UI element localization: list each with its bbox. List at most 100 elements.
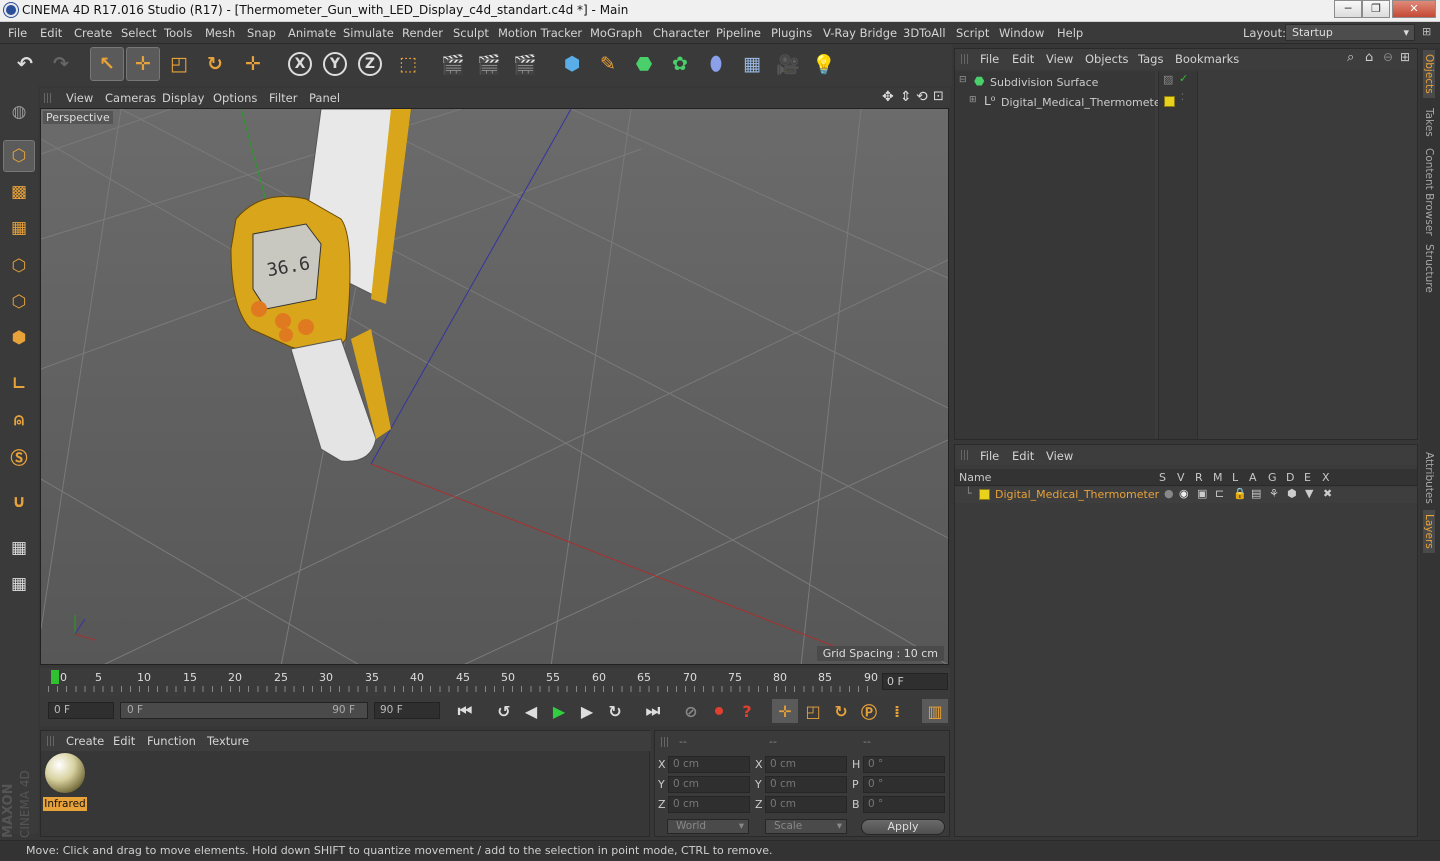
viewport[interactable]: 36.6 Perspective Grid Spacing : 10 cm [40,108,949,665]
live-selection-icon[interactable]: ↖ [90,47,124,81]
workplane-mode-icon[interactable]: ▦ [3,212,35,244]
maximize-button[interactable]: ❐ [1362,0,1390,18]
object-row[interactable]: ⊞ L⁰ Digital_Medical_Thermometer [955,93,1165,111]
position-y-field[interactable]: 0 cm [668,776,750,793]
previous-frame-icon[interactable]: ◀ [518,699,544,723]
tab-objects[interactable]: Objects [1423,50,1435,98]
world-coordinates-icon[interactable]: ⬚ [391,47,425,81]
viewport-menu-panel[interactable]: Panel [309,91,340,105]
auto-keying-icon[interactable]: ⏺ [706,699,732,723]
apply-button[interactable]: Apply [861,819,945,835]
manager-icon[interactable]: ⊏ [1215,487,1224,500]
tab-structure[interactable]: Structure [1423,240,1435,297]
axis-mode-icon[interactable]: ∟ [3,368,35,400]
visibility-dots-icon[interactable]: ⁚ [1181,93,1184,103]
object-menu-edit[interactable]: Edit [1012,52,1034,66]
panel-grip[interactable] [47,736,55,746]
panel-grip[interactable] [961,450,969,460]
tab-layers[interactable]: Layers [1423,510,1435,553]
deformer-icon[interactable]: ⬮ [699,47,733,81]
recent-tool-icon[interactable]: ✛ [236,47,270,81]
menu-simulate[interactable]: Simulate [343,26,394,40]
go-to-start-icon[interactable]: ⏮ [452,699,478,723]
minimize-button[interactable]: ─ [1334,0,1362,18]
key-rotation-icon[interactable]: ↻ [828,699,854,723]
viewport-menu-cameras[interactable]: Cameras [105,91,156,105]
solo-dot-icon[interactable]: ● [1164,487,1174,500]
render-view-icon[interactable]: 🎬 [436,47,470,81]
size-y-field[interactable]: 0 cm [765,776,847,793]
panel-grip[interactable] [961,54,969,64]
menu-select[interactable]: Select [121,26,156,40]
deformer-toggle-icon[interactable]: ▨ [1163,73,1173,86]
object-menu-tags[interactable]: Tags [1138,52,1163,66]
playhead[interactable] [51,670,59,684]
move-icon[interactable]: ✛ [126,47,160,81]
material-swatch[interactable]: Infrared [43,753,87,813]
key-position-icon[interactable]: ✛ [772,699,798,723]
start-frame-field[interactable]: 0 F [48,702,114,719]
collapse-icon[interactable]: ⊟ [959,75,967,85]
thermometer-model[interactable]: 36.6 [230,109,412,462]
next-key-icon[interactable]: ↻ [602,699,628,723]
menu-plugins[interactable]: Plugins [771,26,812,40]
xrefs-icon[interactable]: ✖ [1323,487,1332,500]
frame-range-slider[interactable]: 0 F 90 F [120,702,368,719]
deformers-icon[interactable]: ⬢ [1287,487,1297,500]
viewport-maximize-icon[interactable]: ⊡ [933,89,944,104]
rotation-b-field[interactable]: 0 ° [863,796,945,813]
object-menu-file[interactable]: File [980,52,999,66]
viewport-menu-display[interactable]: Display [162,91,204,105]
expand-icon[interactable]: ⊞ [1422,25,1431,38]
generators-icon[interactable]: ⚘ [1269,487,1279,500]
polygons-mode-icon[interactable]: ⬢ [3,322,35,354]
go-to-end-icon[interactable]: ⏭ [640,699,666,723]
planar-workplane-icon[interactable]: ▦ [3,568,35,600]
viewport-zoom-icon[interactable]: ⇕ [900,89,912,105]
material-menu-texture[interactable]: Texture [207,734,249,748]
position-x-field[interactable]: 0 cm [668,756,750,773]
cube-icon[interactable]: ⬢ [555,47,589,81]
keyframe-selection-icon[interactable]: ? [734,699,760,723]
edit-render-settings-icon[interactable]: 🎬 [508,47,542,81]
menu-3dtoall[interactable]: 3DToAll [903,26,946,40]
layout-select[interactable]: Startup ▾ [1285,24,1415,41]
object-menu-bookmarks[interactable]: Bookmarks [1175,52,1239,66]
floor-icon[interactable]: ▦ [735,47,769,81]
search-icon[interactable]: ⌕ [1347,50,1354,65]
viewport-menu-view[interactable]: View [66,91,93,105]
x-axis-lock-icon[interactable]: X [283,47,317,81]
viewport-move-icon[interactable]: ✥ [882,89,894,105]
menu-file[interactable]: File [8,26,27,40]
object-row[interactable]: ⊟ ⬣ Subdivision Surface [955,73,1155,91]
tweak-mode-icon[interactable]: ⍝ [3,404,35,436]
timeline-ruler[interactable]: 0 5 10 15 20 25 30 35 40 45 50 55 60 65 … [40,668,950,696]
viewport-menu-filter[interactable]: Filter [269,91,297,105]
menu-create[interactable]: Create [74,26,112,40]
layer-row[interactable]: └ Digital_Medical_Thermometer ● ◉ ▣ ⊏ 🔒 … [955,487,1417,503]
menu-pipeline[interactable]: Pipeline [716,26,761,40]
tab-takes[interactable]: Takes [1423,104,1435,141]
edges-mode-icon[interactable]: ⬡ [3,286,35,318]
expressions-icon[interactable]: ▼ [1305,487,1313,500]
rotation-h-field[interactable]: 0 ° [863,756,945,773]
menu-tools[interactable]: Tools [164,26,192,40]
position-z-field[interactable]: 0 cm [668,796,750,813]
key-pla-icon[interactable]: ⁞ [884,699,910,723]
key-parameter-icon[interactable]: Ⓟ [856,699,882,723]
next-frame-icon[interactable]: ▶ [574,699,600,723]
visible-eye-icon[interactable]: ◉ [1179,487,1189,500]
texture-mode-icon[interactable]: ▩ [3,176,35,208]
light-icon[interactable]: 💡 [807,47,841,81]
current-frame-field[interactable]: 0 F [882,673,948,690]
menu-mograph[interactable]: MoGraph [590,26,642,40]
menu-motion-tracker[interactable]: Motion Tracker [498,26,582,40]
z-axis-lock-icon[interactable]: Z [353,47,387,81]
redo-icon[interactable]: ↷ [44,47,78,81]
solo-mode-icon[interactable]: Ⓢ [3,440,35,472]
rotate-icon[interactable]: ↻ [198,47,232,81]
render-picture-viewer-icon[interactable]: 🎬 [472,47,506,81]
enabled-check-icon[interactable]: ✓ [1179,72,1188,85]
home-icon[interactable]: ⌂ [1365,50,1373,65]
y-axis-lock-icon[interactable]: Y [318,47,352,81]
